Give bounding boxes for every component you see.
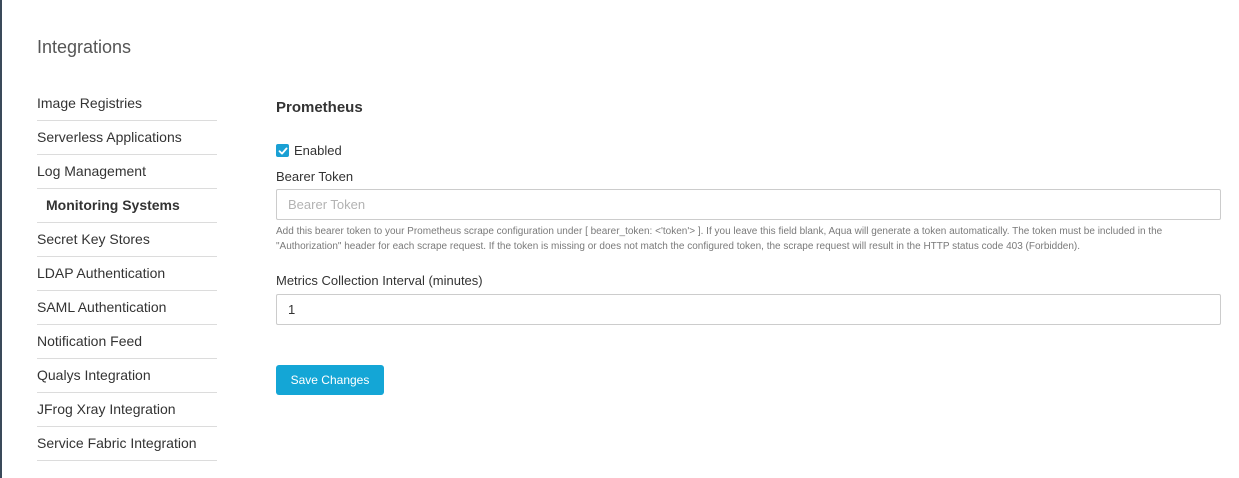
page-title: Integrations xyxy=(37,37,132,57)
check-icon xyxy=(278,147,287,154)
sidebar-item-ldap-authentication[interactable]: LDAP Authentication xyxy=(37,257,217,291)
interval-label: Metrics Collection Interval (minutes) xyxy=(276,273,483,288)
enabled-label: Enabled xyxy=(294,143,342,158)
integrations-sidebar: Image Registries Serverless Applications… xyxy=(37,87,217,461)
save-changes-button[interactable]: Save Changes xyxy=(276,365,384,395)
enabled-checkbox[interactable] xyxy=(276,144,289,157)
sidebar-item-qualys-integration[interactable]: Qualys Integration xyxy=(37,359,217,393)
bearer-token-help-text: Add this bearer token to your Prometheus… xyxy=(276,226,1163,252)
bearer-token-label: Bearer Token xyxy=(276,169,354,184)
bearer-token-input[interactable] xyxy=(276,189,1221,220)
section-title: Prometheus xyxy=(276,99,363,116)
enabled-toggle[interactable]: Enabled xyxy=(276,143,342,158)
sidebar-item-saml-authentication[interactable]: SAML Authentication xyxy=(37,291,217,325)
sidebar-item-monitoring-systems[interactable]: Monitoring Systems xyxy=(37,189,217,223)
interval-input[interactable] xyxy=(276,294,1221,325)
sidebar-item-serverless-applications[interactable]: Serverless Applications xyxy=(37,121,217,155)
sidebar-item-notification-feed[interactable]: Notification Feed xyxy=(37,325,217,359)
sidebar-item-image-registries[interactable]: Image Registries xyxy=(37,87,217,121)
sidebar-item-log-management[interactable]: Log Management xyxy=(37,155,217,189)
integrations-page: Integrations Image Registries Serverless… xyxy=(0,0,1239,478)
sidebar-item-secret-key-stores[interactable]: Secret Key Stores xyxy=(37,223,217,257)
sidebar-item-service-fabric-integration[interactable]: Service Fabric Integration xyxy=(37,427,217,461)
sidebar-item-jfrog-xray-integration[interactable]: JFrog Xray Integration xyxy=(37,393,217,427)
